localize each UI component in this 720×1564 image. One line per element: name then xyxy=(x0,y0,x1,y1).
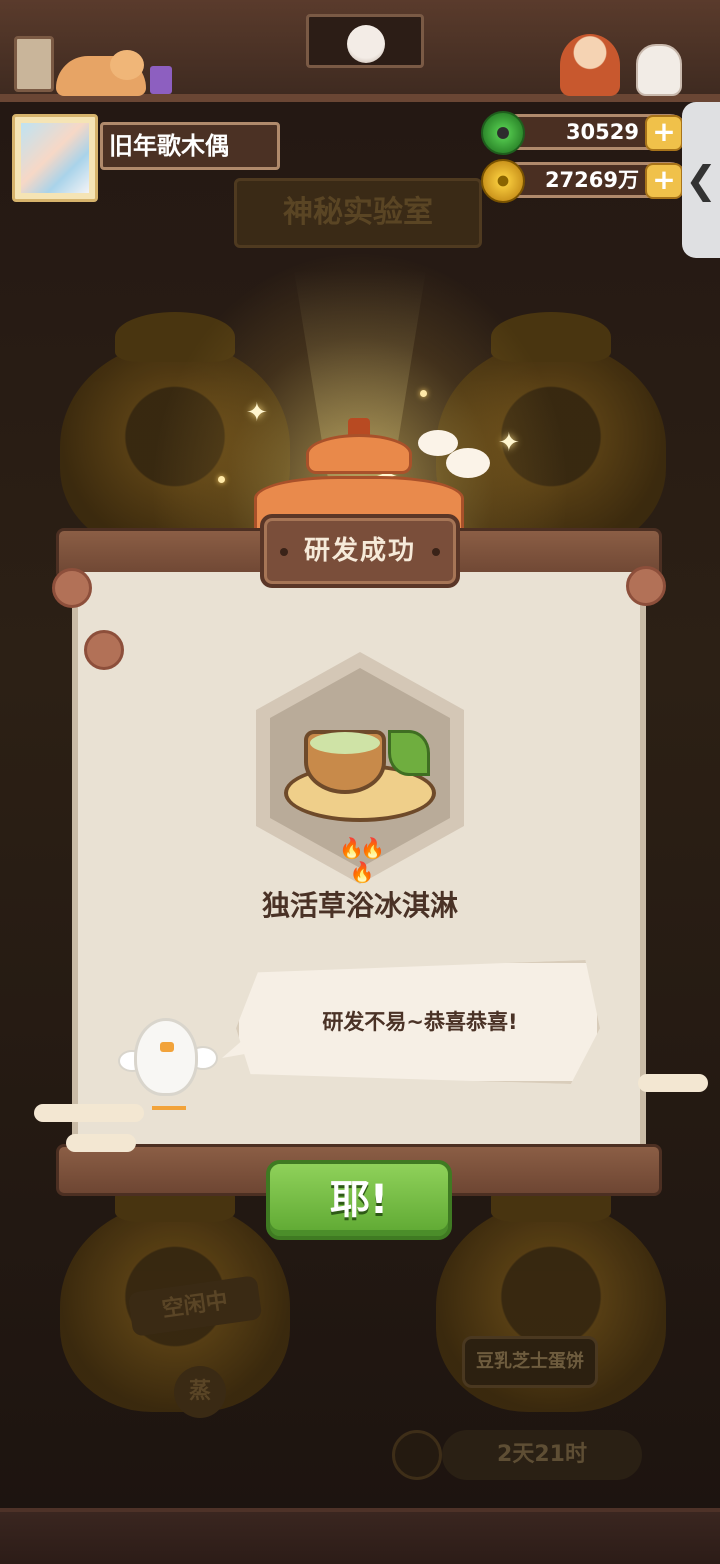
avatar-portrait-icon xyxy=(21,123,89,193)
coin-amount: 27269万 xyxy=(544,168,639,192)
portrait-face-icon xyxy=(347,25,385,63)
jade-amount: 30529 xyxy=(565,120,639,144)
jade-counter: 30529 + xyxy=(481,111,688,155)
confirm-button[interactable]: 耶! xyxy=(266,1160,452,1240)
hanging-portrait xyxy=(306,14,424,68)
bottom-bar xyxy=(0,1508,720,1564)
add-coin-button[interactable]: + xyxy=(645,163,683,199)
cooking-timer: 2天21时 xyxy=(442,1430,642,1480)
girl-character-icon xyxy=(560,34,620,96)
heat-level-icon: 🔥🔥🔥 xyxy=(339,836,385,884)
add-jade-button[interactable]: + xyxy=(645,115,683,151)
glow-dot xyxy=(420,390,427,397)
modal-title-plate: 研发成功 xyxy=(260,514,460,588)
sparkle-icon: ✦ xyxy=(498,428,520,458)
player-name: 旧年歌木偶 xyxy=(100,122,280,170)
glow-dot xyxy=(218,476,225,483)
ice-cream-dish-icon xyxy=(284,712,436,822)
top-decoration-bar xyxy=(0,0,720,102)
side-drawer-tab[interactable]: ❮ xyxy=(682,102,720,258)
sleeping-cat-icon xyxy=(56,50,146,96)
steam-button[interactable]: 蒸 xyxy=(174,1366,226,1418)
flower-ornament-icon xyxy=(84,630,124,670)
cloud-ornament-icon xyxy=(638,1074,708,1092)
flower-ornament-icon xyxy=(626,566,666,606)
coin-counter: 27269万 + xyxy=(481,159,688,203)
player-avatar[interactable] xyxy=(12,114,98,202)
steam-icon xyxy=(446,448,490,478)
congrats-message: 研发不易~恭喜恭喜! xyxy=(322,1010,518,1034)
cloud-ornament-icon xyxy=(66,1134,136,1152)
dish-name: 独活草浴冰淇淋 xyxy=(261,889,458,922)
chick-mascot-icon xyxy=(118,1012,218,1112)
plate-pin xyxy=(432,548,440,556)
clock-icon xyxy=(392,1430,442,1480)
cooking-dish-label: 豆乳芝士蛋饼 xyxy=(462,1336,598,1388)
jade-icon xyxy=(481,111,525,155)
plate-pin xyxy=(280,548,288,556)
cup-icon xyxy=(150,66,172,94)
cloud-ornament-icon xyxy=(34,1104,144,1122)
coin-icon xyxy=(481,159,525,203)
location-title: 神秘实验室 xyxy=(234,178,482,248)
paw-scroll-icon[interactable] xyxy=(14,36,54,92)
modal-title: 研发成功 xyxy=(303,536,416,566)
white-cat-icon xyxy=(636,44,682,96)
flower-ornament-icon xyxy=(52,568,92,608)
